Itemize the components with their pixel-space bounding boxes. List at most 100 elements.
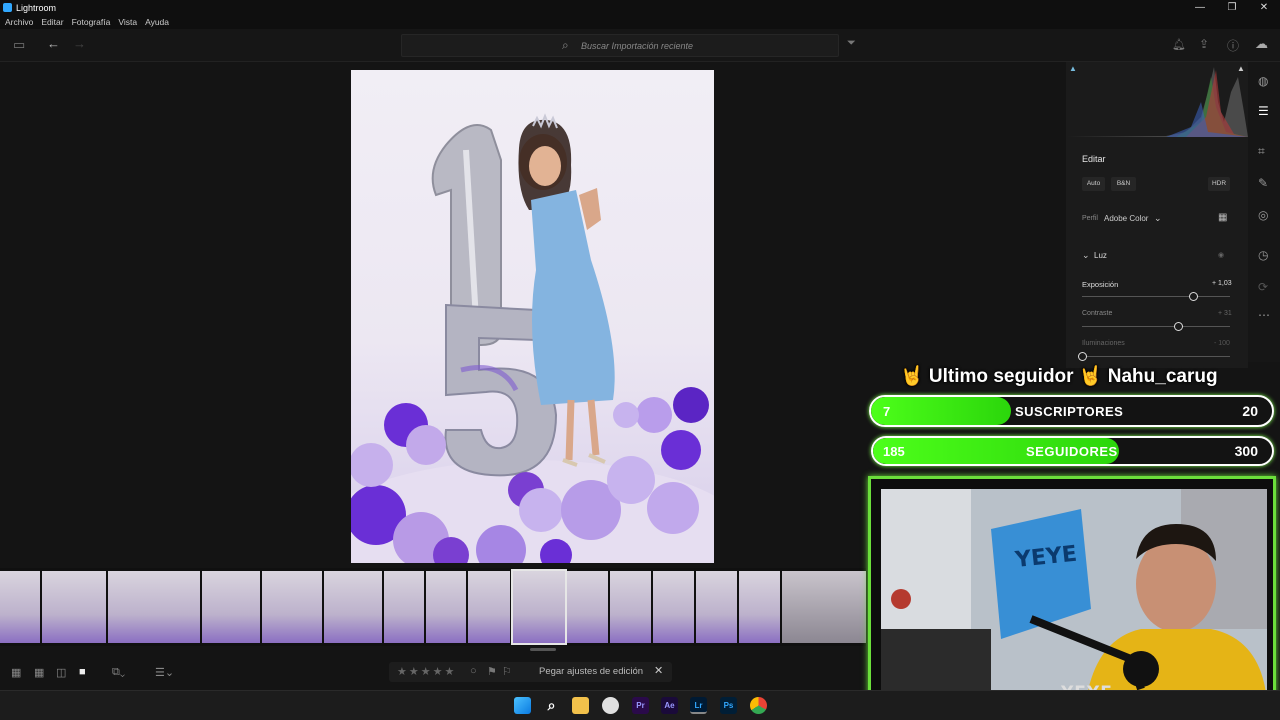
visibility-eye-icon[interactable]: ◉ bbox=[1218, 251, 1224, 259]
histogram: ▲ ▲ bbox=[1066, 62, 1248, 138]
cloud-sync-icon[interactable]: ☁ bbox=[1255, 36, 1268, 52]
auto-button[interactable]: Auto bbox=[1082, 177, 1105, 191]
filmstrip-thumb[interactable] bbox=[384, 571, 424, 643]
filmstrip-scrollbar[interactable] bbox=[530, 648, 556, 651]
menu-ayuda[interactable]: Ayuda bbox=[145, 17, 169, 27]
exposure-slider-track[interactable] bbox=[1082, 296, 1230, 297]
forward-arrow-icon[interactable]: → bbox=[73, 36, 86, 51]
filmstrip-thumb[interactable] bbox=[468, 571, 510, 643]
more-icon[interactable]: ⋯ bbox=[1258, 308, 1270, 322]
filmstrip-thumb[interactable] bbox=[567, 571, 608, 643]
presets-icon[interactable]: ◍ bbox=[1258, 74, 1268, 88]
star-rating[interactable]: ★★★★★ bbox=[397, 665, 456, 678]
photoshop-icon[interactable]: Ps bbox=[720, 697, 737, 714]
latest-follower-banner: 🤘 Ultimo seguidor 🤘 Nahu_carug bbox=[900, 366, 1218, 387]
windows-start-icon[interactable] bbox=[514, 697, 531, 714]
filter-list-icon[interactable]: ☰⌄ bbox=[155, 666, 174, 679]
lightroom-icon[interactable]: Lr bbox=[690, 697, 707, 714]
exposure-value[interactable]: + 1,03 bbox=[1212, 280, 1232, 287]
share-icon[interactable]: ⇪ bbox=[1199, 37, 1209, 51]
followers-goal-bar: 185 SEGUIDORES 300 bbox=[871, 436, 1274, 466]
grid-view-icon[interactable]: ▦ bbox=[34, 666, 44, 679]
minimize-button[interactable]: — bbox=[1184, 0, 1216, 15]
filmstrip-thumb[interactable] bbox=[324, 571, 382, 643]
profile-dropdown[interactable]: Adobe Color bbox=[1104, 214, 1148, 223]
light-section-title[interactable]: Luz bbox=[1094, 251, 1107, 260]
highlights-value[interactable]: - 100 bbox=[1214, 340, 1230, 347]
exposure-slider-thumb[interactable] bbox=[1189, 292, 1198, 301]
menu-archivo[interactable]: Archivo bbox=[5, 17, 33, 27]
versions-icon[interactable]: ⟳ bbox=[1258, 280, 1268, 294]
exposure-label: Exposición bbox=[1082, 280, 1119, 289]
search-icon[interactable]: ⌕ bbox=[543, 697, 560, 714]
compare-view-icon[interactable]: ◫ bbox=[56, 666, 66, 679]
filmstrip-thumb[interactable] bbox=[0, 571, 40, 643]
shadow-clip-icon[interactable]: ▲ bbox=[1069, 64, 1077, 73]
menu-vista[interactable]: Vista bbox=[118, 17, 137, 27]
contrast-value[interactable]: + 31 bbox=[1218, 310, 1232, 317]
detail-view-icon[interactable]: ■ bbox=[79, 666, 86, 678]
file-explorer-icon[interactable] bbox=[572, 697, 589, 714]
sort-icon[interactable]: ⧉⌄ bbox=[112, 666, 125, 679]
highlights-slider-thumb[interactable] bbox=[1078, 352, 1087, 361]
menu-editar[interactable]: Editar bbox=[41, 17, 63, 27]
followers-goal: 300 bbox=[1234, 443, 1258, 459]
filmstrip-thumb[interactable] bbox=[739, 571, 780, 643]
subscribers-goal: 20 bbox=[1242, 403, 1258, 419]
filter-icon[interactable]: ⏷ bbox=[847, 37, 856, 50]
profile-browser-icon[interactable]: ▦ bbox=[1218, 212, 1227, 223]
filmstrip-thumb[interactable] bbox=[782, 571, 866, 643]
histogram-graph bbox=[1066, 67, 1248, 137]
chrome-icon[interactable] bbox=[750, 697, 767, 714]
highlights-slider-track[interactable] bbox=[1082, 356, 1230, 357]
subscribers-label: SUSCRIPTORES bbox=[1015, 404, 1124, 419]
main-photo[interactable] bbox=[351, 70, 714, 563]
filmstrip-thumb[interactable] bbox=[696, 571, 737, 643]
edit-sliders-icon[interactable]: ☰ bbox=[1258, 104, 1269, 118]
menu-bar: Archivo Editar Fotografía Vista Ayuda bbox=[0, 15, 1280, 29]
filmstrip-thumb[interactable] bbox=[262, 571, 322, 643]
close-button[interactable]: ✕ bbox=[1248, 0, 1280, 15]
filmstrip-thumb[interactable] bbox=[202, 571, 260, 643]
contrast-slider-thumb[interactable] bbox=[1174, 322, 1184, 331]
webcam-scene-illustration: YEYE bbox=[881, 489, 1267, 701]
search-placeholder: Buscar Importación reciente bbox=[581, 41, 694, 51]
square-grid-icon[interactable]: ▦ bbox=[11, 666, 21, 679]
filmstrip-thumb[interactable] bbox=[653, 571, 694, 643]
after-effects-icon[interactable]: Ae bbox=[661, 697, 678, 714]
filmstrip-thumb[interactable] bbox=[610, 571, 651, 643]
healing-icon[interactable]: ✎ bbox=[1258, 176, 1268, 190]
bell-icon[interactable]: 🔔︎ bbox=[1172, 38, 1186, 51]
profile-label: Perfil bbox=[1082, 215, 1098, 222]
contrast-label: Contraste bbox=[1082, 310, 1113, 317]
reject-flag-icon[interactable]: ⚐ bbox=[502, 665, 512, 678]
chevron-down-icon[interactable]: ⌄ bbox=[1154, 213, 1162, 224]
filmstrip-thumb[interactable] bbox=[426, 571, 466, 643]
bw-button[interactable]: B&N bbox=[1111, 177, 1136, 191]
highlight-clip-icon[interactable]: ▲ bbox=[1237, 64, 1245, 73]
help-icon[interactable]: ⓘ bbox=[1227, 37, 1239, 54]
chrome-canary-icon[interactable] bbox=[602, 697, 619, 714]
filmstrip[interactable] bbox=[0, 568, 866, 651]
back-arrow-icon[interactable]: ← bbox=[47, 36, 60, 51]
search-field[interactable]: ⌕ Buscar Importación reciente bbox=[401, 34, 839, 57]
contrast-slider-track[interactable] bbox=[1082, 326, 1230, 327]
premiere-pro-icon[interactable]: Pr bbox=[632, 697, 649, 714]
pick-flag-icon[interactable]: ⚑ bbox=[487, 665, 497, 678]
paste-settings-label[interactable]: Pegar ajustes de edición bbox=[539, 666, 643, 677]
masking-icon[interactable]: ◎ bbox=[1258, 208, 1268, 222]
crop-icon[interactable]: ⌗ bbox=[1258, 144, 1265, 159]
hdr-button[interactable]: HDR bbox=[1208, 177, 1230, 191]
history-icon[interactable]: ◷ bbox=[1258, 248, 1268, 262]
maximize-button[interactable]: ❐ bbox=[1216, 0, 1248, 15]
close-icon[interactable]: ✕ bbox=[654, 664, 663, 677]
edit-panel: ▲ ▲ Editar Auto B&N HDR Perfil Adobe Col… bbox=[1066, 62, 1248, 368]
panel-toggle-icon[interactable]: ▭ bbox=[13, 37, 25, 53]
filmstrip-thumb[interactable] bbox=[108, 571, 200, 643]
circle-flag-icon[interactable]: ○ bbox=[470, 665, 477, 677]
filmstrip-thumb-selected[interactable] bbox=[511, 569, 567, 645]
chevron-down-icon[interactable]: ⌄ bbox=[1082, 250, 1090, 261]
filmstrip-thumb[interactable] bbox=[42, 571, 106, 643]
window-title: Lightroom bbox=[16, 2, 57, 13]
menu-fotografia[interactable]: Fotografía bbox=[72, 17, 111, 27]
